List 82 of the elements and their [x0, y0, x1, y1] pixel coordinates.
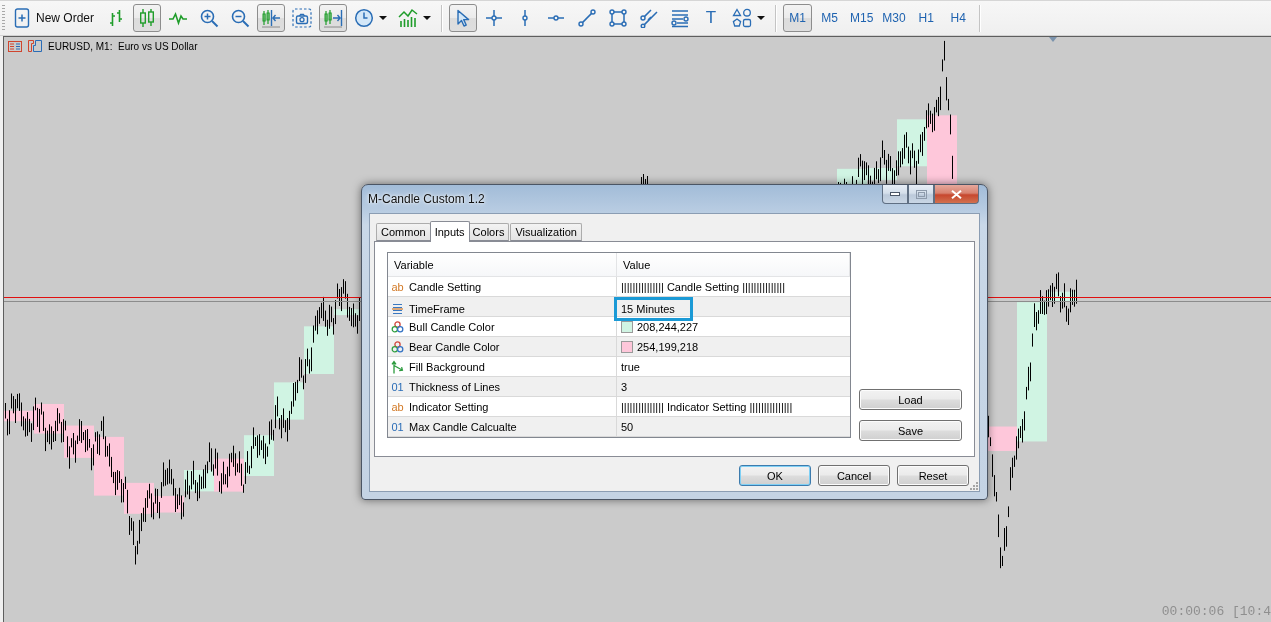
- parallel-lines-icon: [639, 8, 659, 28]
- timeframe-button[interactable]: M15: [847, 4, 877, 32]
- close-icon: [951, 189, 962, 199]
- window-title: M-Candle Custom 1.2: [368, 191, 485, 208]
- new-order-button[interactable]: New Order: [9, 4, 97, 32]
- toolbar-button[interactable]: [133, 4, 161, 32]
- column-header[interactable]: Value: [617, 253, 850, 276]
- integer-type-icon: 01: [391, 380, 404, 393]
- table-row[interactable]: 01 Max Candle Calcualte 50: [388, 417, 850, 437]
- integer-type-icon: 01: [391, 420, 404, 433]
- variable-value: ||||||||||||||| Indicator Setting |||||||||||||||: [621, 400, 793, 413]
- dialog-button[interactable]: Reset: [897, 465, 969, 486]
- timeframe-button[interactable]: H1: [911, 4, 941, 32]
- minimize-button[interactable]: [882, 185, 908, 204]
- variable-value: 3: [621, 380, 628, 393]
- table-row[interactable]: 01 Thickness of Lines 3: [388, 377, 850, 397]
- variable-name: Bear Candle Color: [409, 340, 500, 353]
- candlestick-icon: [137, 8, 157, 28]
- tab[interactable]: Inputs: [429, 221, 470, 242]
- table-list-icon: [8, 40, 22, 52]
- timeframe-button[interactable]: M1: [783, 4, 812, 32]
- toolbar-grip[interactable]: [2, 5, 5, 31]
- table-row[interactable]: ab Candle Setting ||||||||||||||| Candle Setting |||||||||||||||: [388, 277, 850, 297]
- timeframe-button[interactable]: M5: [815, 4, 844, 32]
- variable-value: 50: [621, 420, 634, 433]
- variable-value: 208,244,227: [637, 320, 699, 333]
- list-icon: [391, 303, 404, 315]
- variable-name: Thickness of Lines: [409, 380, 501, 393]
- candles-left-arrow-icon: [261, 8, 281, 28]
- zoom-out-icon: [230, 8, 250, 28]
- variable-name: Max Candle Calcualte: [409, 420, 517, 433]
- chart-title: EURUSD, M1: Euro vs US Dollar: [48, 40, 198, 52]
- triangle-marker-icon[interactable]: [1049, 37, 1057, 42]
- toolbar-button[interactable]: [257, 4, 285, 32]
- toolbar-button[interactable]: [449, 4, 477, 32]
- variable-name: Fill Background: [409, 360, 485, 373]
- variable-name: Indicator Setting: [409, 400, 489, 413]
- resize-grip-icon[interactable]: [970, 482, 978, 490]
- table-row[interactable]: Fill Background true: [388, 357, 850, 377]
- variable-value: true: [621, 360, 640, 373]
- document-window-icon: [28, 40, 42, 52]
- tab[interactable]: Common: [376, 223, 431, 241]
- document-plus-icon: [12, 8, 32, 28]
- string-type-icon: ab: [391, 280, 404, 293]
- variable-name: TimeFrame: [409, 303, 465, 315]
- three-circles-icon: [391, 340, 404, 353]
- dialog-button[interactable]: OK: [739, 465, 811, 486]
- maximize-icon: [915, 189, 927, 199]
- tab[interactable]: Visualization: [510, 223, 582, 241]
- rectangle-icon: [608, 8, 628, 28]
- table-row[interactable]: Bear Candle Color 254,199,218: [388, 337, 850, 357]
- candles-right-arrow-icon: [323, 8, 343, 28]
- shapes-icon: [732, 8, 752, 28]
- dialog-button[interactable]: Cancel: [818, 465, 890, 486]
- timeframe-button[interactable]: H4: [943, 4, 973, 32]
- timeframe-button[interactable]: M30: [879, 4, 909, 32]
- clock-icon: [354, 8, 374, 28]
- diagonal-line-icon: [577, 8, 597, 28]
- variable-value: ||||||||||||||| Candle Setting |||||||||||||||: [621, 280, 785, 293]
- variable-value: 15 Minutes: [614, 297, 693, 321]
- candle-timer: 00:00:06 [10:4: [1161, 604, 1271, 619]
- maximize-button[interactable]: [908, 185, 934, 204]
- table-row[interactable]: ab Indicator Setting ||||||||||||||| Indicator Setting |||||||||||||||: [388, 397, 850, 417]
- variable-name: Bull Candle Color: [409, 320, 495, 333]
- camera-icon: [292, 8, 312, 28]
- crosshair-icon: [484, 8, 504, 28]
- variable-value: 254,199,218: [637, 340, 699, 353]
- variable-name: Candle Setting: [409, 280, 482, 293]
- price-bar-series: [641, 173, 648, 185]
- toolbar-button[interactable]: [319, 4, 347, 32]
- three-circles-icon: [391, 320, 404, 333]
- branch-arrow-icon: [391, 359, 404, 374]
- side-button[interactable]: Load: [859, 389, 962, 410]
- minimize-icon: [890, 192, 900, 196]
- close-button[interactable]: [934, 185, 979, 204]
- tab[interactable]: Colors: [467, 223, 510, 241]
- chart-bars-line-icon: [398, 8, 418, 28]
- horizontal-lines-icon: [670, 8, 690, 28]
- column-header[interactable]: Variable: [388, 253, 617, 276]
- side-button[interactable]: Save: [859, 420, 962, 441]
- zoom-in-icon: [199, 8, 219, 28]
- string-type-icon: ab: [391, 400, 404, 413]
